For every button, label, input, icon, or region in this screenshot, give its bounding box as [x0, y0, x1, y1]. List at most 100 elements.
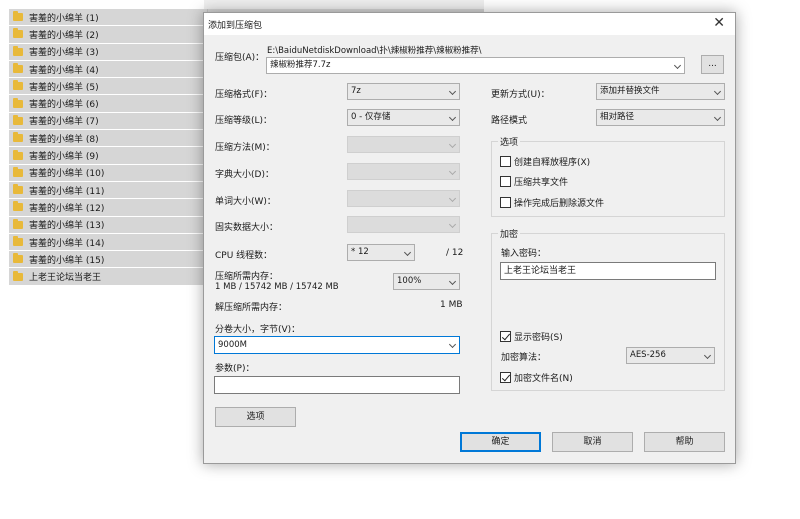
chevron-down-icon	[403, 248, 412, 257]
show-password-label: 显示密码(S)	[514, 333, 563, 343]
format-combo[interactable]: 7z	[347, 83, 460, 100]
folder-icon	[13, 201, 23, 212]
folder-icon	[13, 114, 23, 125]
archive-name-value: 辣椒粉推荐7.7z	[270, 60, 331, 70]
archive-name-combo[interactable]: 辣椒粉推荐7.7z	[266, 57, 685, 74]
folder-icon	[13, 11, 23, 22]
close-icon[interactable]: ✕	[713, 15, 725, 31]
update-value: 添加并替换文件	[600, 86, 660, 96]
folder-icon	[13, 166, 23, 177]
solid-combo[interactable]	[347, 216, 460, 233]
browse-button[interactable]: ...	[701, 55, 724, 74]
options-group: 选项 创建自释放程序(X) 压缩共享文件 操作完成后删除源文件	[491, 135, 725, 217]
file-name: 害羞的小绵羊 (7)	[29, 117, 99, 128]
threads-label: CPU 线程数：	[215, 251, 273, 261]
solid-label: 固实数据大小：	[215, 223, 279, 233]
params-label: 参数(P)：	[215, 364, 255, 374]
file-name: 害羞的小绵羊 (12)	[29, 203, 105, 214]
encryption-method-value: AES-256	[630, 350, 666, 360]
file-name: 害羞的小绵羊 (15)	[29, 255, 105, 266]
mem-comp-label: 压缩所需内存：	[215, 272, 279, 282]
cancel-button[interactable]: 取消	[552, 432, 633, 452]
delete-after-label: 操作完成后删除源文件	[514, 199, 605, 209]
chevron-down-icon	[673, 61, 682, 70]
folder-icon	[13, 80, 23, 91]
path-mode-value: 相对路径	[600, 112, 635, 122]
threads-combo[interactable]: * 12	[347, 244, 415, 261]
folder-icon	[13, 28, 23, 39]
folder-icon	[13, 63, 23, 74]
mem-comp-detail: 1 MB / 15742 MB / 15742 MB	[215, 282, 339, 292]
level-combo[interactable]: 0 - 仅存储	[347, 109, 460, 126]
checkbox-icon	[500, 197, 511, 208]
encryption-method-combo[interactable]: AES-256	[626, 347, 715, 364]
shared-files-checkbox[interactable]: 压缩共享文件	[500, 175, 568, 188]
file-name: 害羞的小绵羊 (4)	[29, 65, 99, 76]
delete-after-checkbox[interactable]: 操作完成后删除源文件	[500, 196, 604, 209]
dialog-titlebar: 添加到压缩包 ✕	[204, 13, 735, 35]
file-name: 上老王论坛当老王	[29, 273, 102, 284]
file-name: 害羞的小绵羊 (9)	[29, 152, 99, 163]
folder-icon	[13, 236, 23, 246]
path-mode-combo[interactable]: 相对路径	[596, 109, 725, 126]
add-to-archive-dialog: 添加到压缩包 ✕ 压缩包(A)： E:\BaiduNetdiskDownload…	[203, 12, 736, 464]
chevron-down-icon	[713, 113, 722, 122]
checkbox-icon	[500, 156, 511, 167]
split-combo[interactable]: 9000M	[214, 336, 460, 354]
update-label: 更新方式(U)：	[491, 90, 550, 100]
folder-icon	[13, 218, 23, 229]
format-label: 压缩格式(F)：	[215, 90, 273, 100]
file-name: 害羞的小绵羊 (2)	[29, 30, 99, 41]
update-combo[interactable]: 添加并替换文件	[596, 83, 725, 100]
encryption-method-label: 加密算法：	[501, 353, 547, 363]
method-combo[interactable]	[347, 136, 460, 153]
format-value: 7z	[351, 86, 361, 96]
chevron-down-icon	[448, 220, 457, 229]
sfx-checkbox[interactable]: 创建自释放程序(X)	[500, 155, 590, 168]
chevron-down-icon	[703, 351, 712, 360]
folder-icon	[13, 149, 23, 160]
file-name: 害羞的小绵羊 (13)	[29, 221, 105, 232]
ok-button[interactable]: 确定	[460, 432, 541, 452]
archive-path: E:\BaiduNetdiskDownload\扑\辣椒粉推荐\辣椒粉推荐\	[267, 46, 482, 56]
dict-combo[interactable]	[347, 163, 460, 180]
encrypt-names-checkbox[interactable]: 加密文件名(N)	[500, 371, 573, 384]
help-button[interactable]: 帮助	[644, 432, 725, 452]
encryption-group-title: 加密	[498, 227, 521, 240]
file-name: 害羞的小绵羊 (5)	[29, 82, 99, 93]
folder-icon	[13, 132, 23, 143]
password-input[interactable]: 上老王论坛当老王	[500, 262, 716, 280]
params-input[interactable]	[214, 376, 460, 394]
mem-decomp-value: 1 MB	[440, 300, 463, 310]
options-group-title: 选项	[498, 135, 521, 148]
dict-label: 字典大小(D)：	[215, 170, 274, 180]
method-label: 压缩方法(M)：	[215, 143, 275, 153]
checkmark-icon	[500, 372, 511, 383]
word-combo[interactable]	[347, 190, 460, 207]
sfx-label: 创建自释放程序(X)	[514, 158, 591, 168]
chevron-down-icon	[448, 113, 457, 122]
password-label: 输入密码：	[501, 249, 547, 259]
file-name: 害羞的小绵羊 (11)	[29, 186, 105, 197]
shared-files-label: 压缩共享文件	[514, 178, 569, 188]
file-name: 害羞的小绵羊 (10)	[29, 169, 105, 180]
dialog-title: 添加到压缩包	[208, 21, 263, 31]
checkbox-icon	[500, 176, 511, 187]
folder-icon	[13, 253, 23, 264]
encryption-group: 加密 输入密码： 上老王论坛当老王 显示密码(S) 加密算法： AES-256 …	[491, 227, 725, 391]
folder-icon	[13, 97, 23, 108]
options-button[interactable]: 选项	[215, 407, 296, 427]
chevron-down-icon	[448, 167, 457, 176]
chevron-down-icon	[448, 87, 457, 96]
path-mode-label: 路径模式	[491, 116, 528, 126]
threads-value: * 12	[351, 247, 369, 257]
level-value: 0 - 仅存储	[351, 112, 391, 122]
checkmark-icon	[500, 331, 511, 342]
file-name: 害羞的小绵羊 (6)	[29, 100, 99, 111]
mem-comp-combo[interactable]: 100%	[393, 273, 460, 290]
file-name: 害羞的小绵羊 (3)	[29, 48, 99, 59]
show-password-checkbox[interactable]: 显示密码(S)	[500, 330, 563, 343]
chevron-down-icon	[448, 340, 457, 349]
level-label: 压缩等级(L)：	[215, 116, 273, 126]
mem-comp-value: 100%	[397, 276, 422, 286]
